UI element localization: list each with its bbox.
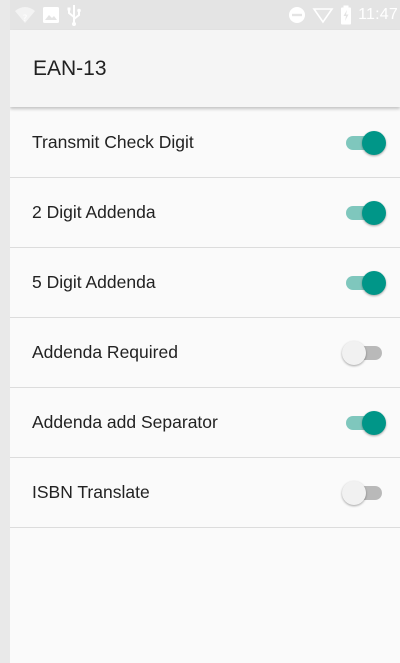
setting-row-transmit-check-digit[interactable]: Transmit Check Digit [10, 108, 400, 178]
battery-charging-icon [340, 5, 352, 25]
5-digit-addenda-switch[interactable] [342, 270, 386, 296]
status-clock: 11:47 [358, 6, 398, 23]
setting-row-addenda-add-separator[interactable]: Addenda add Separator [10, 388, 400, 458]
setting-row-2-digit-addenda[interactable]: 2 Digit Addenda [10, 178, 400, 248]
2-digit-addenda-switch[interactable] [342, 200, 386, 226]
status-bar: ? 11:47 [10, 0, 400, 30]
status-left-icons: ? [14, 0, 82, 30]
isbn-translate-switch[interactable] [342, 480, 386, 506]
switch-thumb [342, 481, 366, 505]
addenda-add-separator-switch[interactable] [342, 410, 386, 436]
screen: ? 11:47 EAN-13 Transmit Check Digit 2 Di… [0, 0, 400, 663]
setting-label: 5 Digit Addenda [32, 272, 156, 292]
setting-label: 2 Digit Addenda [32, 202, 156, 222]
left-edge-strip [0, 0, 10, 663]
settings-list: Transmit Check Digit 2 Digit Addenda 5 D… [10, 108, 400, 528]
signal-icon [312, 6, 334, 24]
do-not-disturb-icon [288, 6, 306, 24]
app-bar: EAN-13 [10, 30, 400, 107]
svg-text:?: ? [23, 14, 28, 24]
setting-row-isbn-translate[interactable]: ISBN Translate [10, 458, 400, 528]
wifi-question-icon: ? [14, 6, 36, 24]
switch-thumb [362, 271, 386, 295]
setting-label: Transmit Check Digit [32, 132, 194, 152]
transmit-check-digit-switch[interactable] [342, 130, 386, 156]
setting-row-addenda-required[interactable]: Addenda Required [10, 318, 400, 388]
image-icon [42, 6, 60, 24]
switch-thumb [362, 201, 386, 225]
status-right-icons: 11:47 [288, 0, 400, 30]
switch-thumb [362, 131, 386, 155]
setting-label: Addenda Required [32, 342, 178, 362]
switch-thumb [362, 411, 386, 435]
usb-icon [66, 4, 82, 26]
setting-label: ISBN Translate [32, 482, 150, 502]
setting-row-5-digit-addenda[interactable]: 5 Digit Addenda [10, 248, 400, 318]
setting-label: Addenda add Separator [32, 412, 218, 432]
page-title: EAN-13 [33, 57, 107, 80]
addenda-required-switch[interactable] [342, 340, 386, 366]
switch-thumb [342, 341, 366, 365]
